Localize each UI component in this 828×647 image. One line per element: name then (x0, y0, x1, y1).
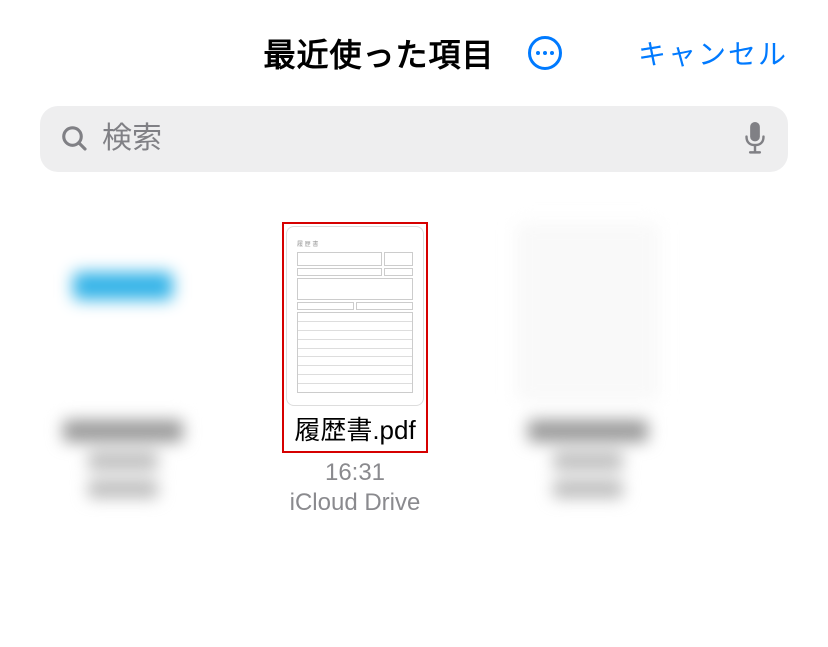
file-meta-blurred (553, 480, 623, 498)
file-item-blurred[interactable] (50, 222, 195, 517)
file-item-blurred[interactable] (515, 222, 660, 517)
search-bar[interactable] (40, 106, 788, 172)
file-item-selected[interactable]: 履 歴 書 (275, 222, 435, 517)
page-title: 最近使った項目 (263, 30, 494, 76)
file-name: 履歴書.pdf (286, 408, 424, 449)
selection-highlight: 履 歴 書 (282, 222, 428, 453)
search-icon (60, 124, 90, 154)
file-name-blurred (63, 420, 183, 442)
file-location: iCloud Drive (290, 489, 421, 517)
file-meta-blurred (88, 480, 158, 498)
file-meta-blurred (553, 452, 623, 470)
more-button[interactable] (525, 33, 565, 73)
ellipsis-circle-icon (528, 36, 562, 70)
file-name-blurred (528, 420, 648, 442)
files-grid: 履 歴 書 (0, 202, 828, 537)
search-input[interactable] (102, 122, 742, 156)
file-meta-blurred (88, 452, 158, 470)
document-thumbnail: 履 歴 書 (286, 226, 424, 406)
cancel-button[interactable]: キャンセル (638, 33, 788, 73)
microphone-icon[interactable] (742, 122, 768, 156)
file-picker-modal: 最近使った項目 キャンセル (0, 0, 828, 647)
file-thumbnail (515, 222, 660, 402)
file-timestamp: 16:31 (325, 459, 385, 487)
file-thumbnail (50, 222, 195, 402)
header: 最近使った項目 キャンセル (0, 0, 828, 96)
